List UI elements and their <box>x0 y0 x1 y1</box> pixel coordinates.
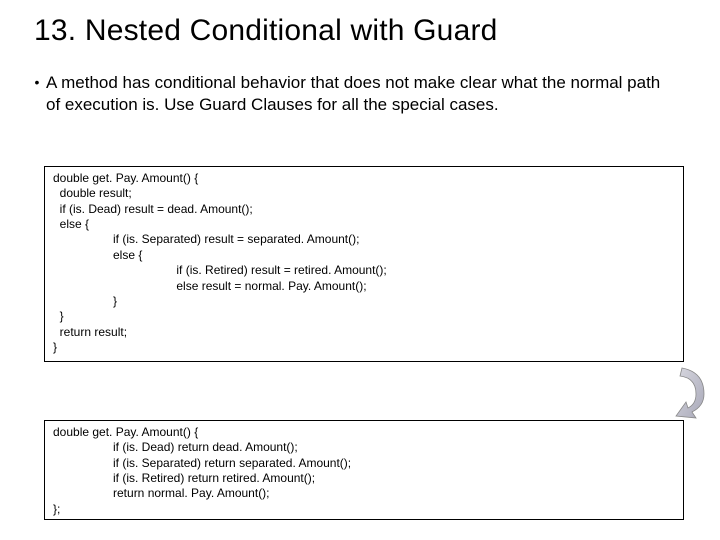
code-before: double get. Pay. Amount() { double resul… <box>44 166 684 362</box>
slide-title: 13. Nested Conditional with Guard <box>0 0 720 48</box>
code-after: double get. Pay. Amount() { if (is. Dead… <box>44 420 684 520</box>
bullet-text: A method has conditional behavior that d… <box>46 72 676 116</box>
curved-arrow-icon <box>662 366 708 422</box>
bullet-item: • A method has conditional behavior that… <box>0 48 720 116</box>
bullet-marker: • <box>28 72 46 116</box>
